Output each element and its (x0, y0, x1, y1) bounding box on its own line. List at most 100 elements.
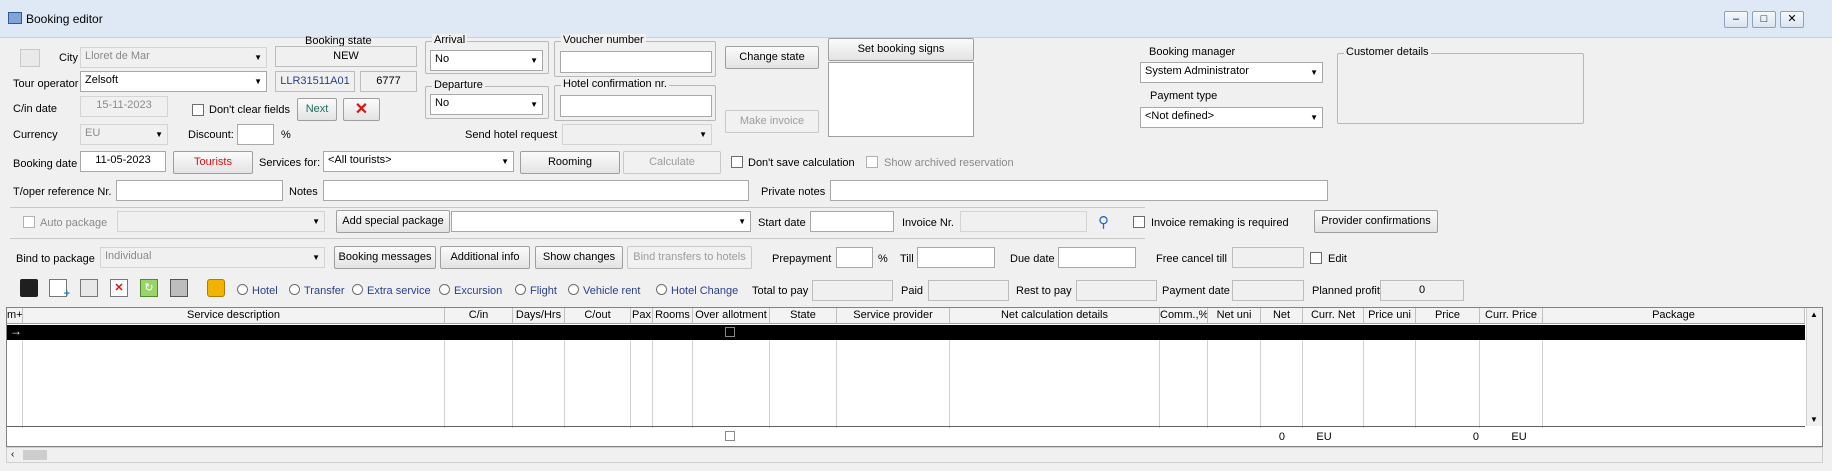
service-type-radio[interactable] (237, 284, 248, 295)
services-grid[interactable]: m+ Service description C/in Days/Hrs C/out Pa… (6, 307, 1823, 447)
search-icon[interactable]: ⚲ (1098, 213, 1109, 231)
services-for-select[interactable]: <All tourists> ▼ (323, 151, 514, 172)
lock-icon[interactable] (207, 279, 225, 297)
provider-confirmations-button[interactable]: Provider confirmations (1314, 210, 1438, 233)
service-type-radio[interactable] (568, 284, 579, 295)
cin-date-field[interactable]: 15-11-2023 (80, 96, 168, 117)
tourists-button[interactable]: Tourists (173, 151, 253, 174)
invoice-remaking-checkbox[interactable] (1133, 216, 1145, 228)
special-package-select[interactable]: ▼ (451, 211, 751, 232)
paid-label: Paid (901, 285, 924, 297)
service-type-radio[interactable] (439, 284, 450, 295)
hotel-confirmation-field[interactable] (560, 95, 712, 117)
print-icon[interactable] (170, 279, 188, 297)
city-select[interactable]: Lloret de Mar ▼ (80, 47, 267, 68)
column-header[interactable]: C/out (565, 308, 631, 324)
vertical-scrollbar[interactable]: ▲ ▼ (1806, 308, 1822, 426)
change-state-button[interactable]: Change state (725, 46, 819, 69)
table-row[interactable]: → (7, 324, 1805, 340)
column-header[interactable]: Net uni (1208, 308, 1261, 324)
currency-select[interactable]: EU ▼ (80, 124, 168, 145)
column-header[interactable]: Net calculation details (950, 308, 1160, 324)
add-document-icon[interactable]: + (49, 279, 70, 300)
next-button[interactable]: Next (297, 98, 337, 121)
scroll-down-icon[interactable]: ▼ (1810, 415, 1818, 424)
column-header[interactable]: Curr. Price (1480, 308, 1543, 324)
column-header[interactable]: Service description (23, 308, 445, 324)
till-field[interactable] (917, 247, 995, 268)
save-icon[interactable] (20, 279, 38, 297)
arrival-select[interactable]: No ▼ (430, 50, 543, 71)
close-icon[interactable]: ✕ (1780, 11, 1804, 28)
column-header[interactable]: C/in (445, 308, 513, 324)
make-invoice-button[interactable]: Make invoice (725, 110, 819, 133)
customer-details-group: Customer details (1337, 46, 1584, 124)
send-hotel-request-select[interactable]: ▼ (562, 124, 712, 145)
calculate-button[interactable]: Calculate (623, 151, 721, 174)
payment-type-select[interactable]: <Not defined> ▼ (1140, 107, 1323, 128)
auto-package-select[interactable]: ▼ (117, 211, 325, 232)
scroll-left-icon[interactable]: ‹ (11, 449, 14, 460)
bind-transfers-button[interactable]: Bind transfers to hotels (627, 246, 752, 269)
service-type-radio[interactable] (352, 284, 363, 295)
notes-field[interactable] (323, 180, 749, 201)
column-header[interactable]: Comm.,% (1160, 308, 1208, 324)
service-type-radio[interactable] (289, 284, 300, 295)
services-for-label: Services for: (259, 157, 321, 169)
booking-messages-button[interactable]: Booking messages (334, 246, 436, 269)
column-header[interactable]: Curr. Net (1303, 308, 1364, 324)
column-header[interactable]: Days/Hrs (513, 308, 565, 324)
column-header[interactable]: Service provider (837, 308, 950, 324)
departure-select[interactable]: No ▼ (430, 94, 543, 115)
set-booking-signs-button[interactable]: Set booking signs (828, 38, 974, 61)
booking-date-field[interactable]: 11-05-2023 (80, 151, 166, 172)
booking-manager-select[interactable]: System Administrator ▼ (1140, 62, 1323, 83)
column-header[interactable]: m+ (7, 308, 23, 324)
footer-net: 0 (1278, 431, 1285, 443)
start-date-field[interactable] (810, 211, 894, 232)
edit-checkbox[interactable] (1310, 252, 1322, 264)
delete-icon[interactable]: ✕ (110, 279, 128, 297)
maximize-icon[interactable]: □ (1752, 11, 1776, 28)
dont-clear-checkbox[interactable] (192, 104, 204, 116)
rooming-button[interactable]: Rooming (520, 151, 620, 174)
horizontal-scrollbar[interactable]: ‹ (6, 447, 1823, 463)
prepayment-field[interactable] (836, 247, 873, 268)
show-changes-button[interactable]: Show changes (535, 246, 623, 269)
refresh-icon[interactable]: ↻ (140, 279, 158, 297)
column-header[interactable]: Rooms (653, 308, 693, 324)
voucher-number-field[interactable] (560, 51, 712, 73)
column-header[interactable]: State (770, 308, 837, 324)
tour-operator-select[interactable]: Zelsoft ▼ (80, 71, 267, 92)
dont-clear-label: Don't clear fields (209, 104, 290, 116)
additional-info-button[interactable]: Additional info (440, 246, 530, 269)
minimize-icon[interactable]: – (1724, 11, 1748, 28)
column-header[interactable]: Pax (631, 308, 653, 324)
service-type-radio[interactable] (656, 284, 667, 295)
column-header[interactable]: Net (1261, 308, 1303, 324)
booking-signs-list[interactable] (828, 62, 974, 137)
invoice-nr-field[interactable] (960, 211, 1087, 232)
scroll-up-icon[interactable]: ▲ (1810, 310, 1818, 319)
column-header[interactable]: Over allotment (693, 308, 770, 324)
document-icon[interactable] (20, 49, 40, 67)
due-date-field[interactable] (1058, 247, 1136, 268)
copy-icon[interactable] (80, 279, 98, 297)
over-allotment-checkbox[interactable] (725, 327, 735, 337)
bind-to-package-select[interactable]: Individual ▼ (100, 247, 325, 268)
toper-reference-field[interactable] (116, 180, 283, 201)
scroll-thumb[interactable] (23, 450, 47, 460)
grid-footer-separator (7, 426, 1805, 427)
column-header[interactable]: Price (1416, 308, 1480, 324)
cancel-icon[interactable]: ✕ (343, 98, 380, 121)
column-header[interactable]: Price uni (1364, 308, 1416, 324)
auto-package-checkbox[interactable] (23, 216, 35, 228)
add-special-package-button[interactable]: Add special package (336, 210, 450, 233)
discount-field[interactable] (237, 124, 274, 145)
dont-save-calculation-checkbox[interactable] (731, 156, 743, 168)
private-notes-field[interactable] (830, 180, 1328, 201)
service-type-radio[interactable] (515, 284, 526, 295)
column-header[interactable]: Package (1543, 308, 1805, 324)
show-archived-checkbox[interactable] (866, 156, 878, 168)
service-type-label: Flight (530, 285, 557, 297)
